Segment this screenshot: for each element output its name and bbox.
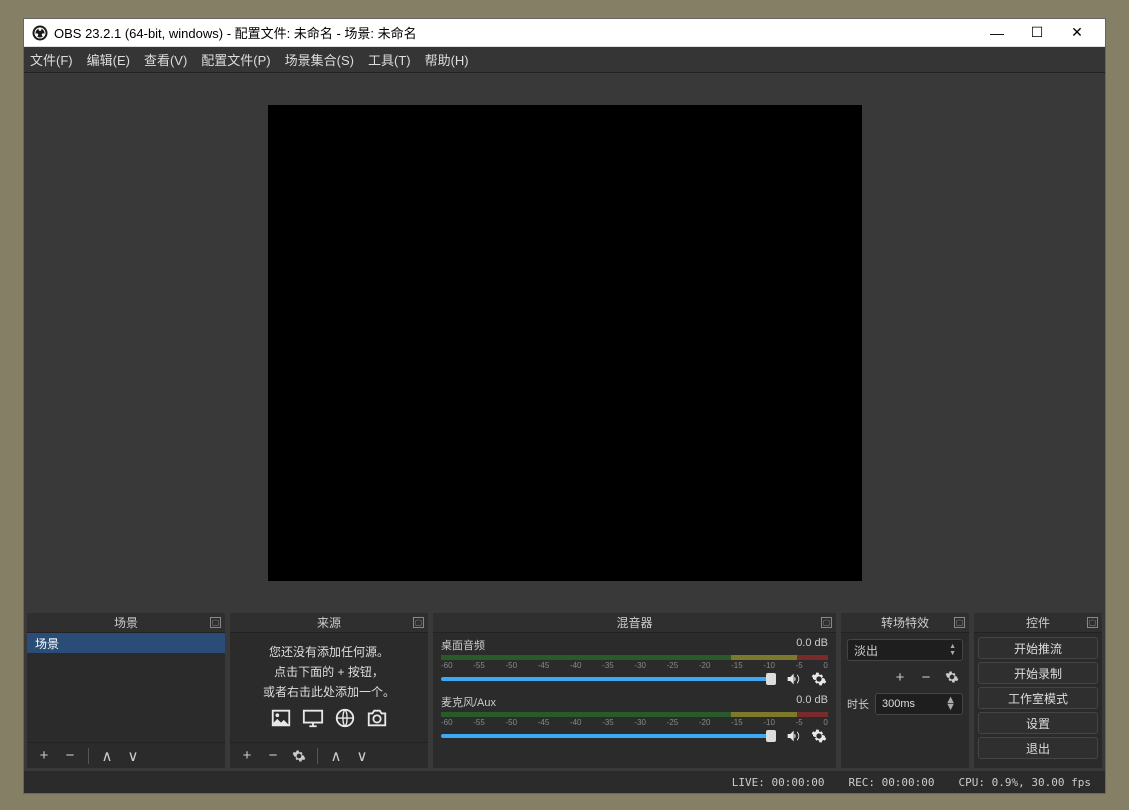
source-properties-button[interactable] bbox=[288, 746, 310, 766]
duration-label: 时长 bbox=[847, 696, 869, 712]
scene-list[interactable]: 场景 bbox=[27, 633, 225, 742]
transition-select[interactable]: 淡出 ▲▼ bbox=[847, 639, 963, 661]
add-scene-button[interactable]: + bbox=[33, 746, 55, 766]
window-buttons: — ☐ ✕ bbox=[977, 21, 1097, 45]
sources-hint-icons bbox=[269, 707, 389, 732]
scenes-panel: 场景 ▢ 场景 + − ∧ ∨ bbox=[27, 613, 225, 768]
sources-empty-line: 点击下面的 + 按钮， bbox=[274, 663, 384, 680]
status-rec: REC: 00:00:00 bbox=[848, 776, 934, 789]
scene-item[interactable]: 场景 bbox=[27, 633, 225, 653]
scenes-body: 场景 + − ∧ ∨ bbox=[27, 633, 225, 768]
titlebar: OBS 23.2.1 (64-bit, windows) - 配置文件: 未命名… bbox=[24, 19, 1105, 47]
move-scene-up-button[interactable]: ∧ bbox=[96, 746, 118, 766]
status-cpu: CPU: 0.9%, 30.00 fps bbox=[959, 776, 1091, 789]
app-window: OBS 23.2.1 (64-bit, windows) - 配置文件: 未命名… bbox=[23, 18, 1106, 794]
sources-empty-line: 或者右击此处添加一个。 bbox=[263, 683, 395, 700]
channel-settings-button[interactable] bbox=[810, 727, 828, 745]
move-scene-down-button[interactable]: ∨ bbox=[122, 746, 144, 766]
mixer-body: 桌面音频 0.0 dB -60-55-50-45-40-35-30-25-20-… bbox=[433, 633, 836, 768]
mixer-channel-desktop: 桌面音频 0.0 dB -60-55-50-45-40-35-30-25-20-… bbox=[441, 637, 828, 688]
divider bbox=[317, 748, 318, 764]
browser-source-icon bbox=[333, 707, 357, 732]
scenes-popout-icon[interactable]: ▢ bbox=[210, 617, 221, 628]
mixer-panel: 混音器 ▢ 桌面音频 0.0 dB -60-55-50-45-40-35-30-… bbox=[433, 613, 836, 768]
controls-header: 控件 ▢ bbox=[974, 613, 1102, 633]
menu-view[interactable]: 查看(V) bbox=[144, 50, 187, 69]
mixer-popout-icon[interactable]: ▢ bbox=[821, 617, 832, 628]
scenes-header: 场景 ▢ bbox=[27, 613, 225, 633]
duration-input[interactable]: 300ms ▲▼ bbox=[875, 693, 963, 715]
sources-empty[interactable]: 您还没有添加任何源。 点击下面的 + 按钮， 或者右击此处添加一个。 bbox=[230, 633, 428, 742]
start-recording-button[interactable]: 开始录制 bbox=[978, 662, 1098, 684]
menu-profile[interactable]: 配置文件(P) bbox=[201, 50, 270, 69]
camera-source-icon bbox=[365, 707, 389, 732]
sources-header: 来源 ▢ bbox=[230, 613, 428, 633]
minimize-button[interactable]: — bbox=[977, 21, 1017, 45]
display-source-icon bbox=[301, 707, 325, 732]
move-source-up-button[interactable]: ∧ bbox=[325, 746, 347, 766]
volume-slider[interactable] bbox=[441, 734, 776, 738]
sources-panel: 来源 ▢ 您还没有添加任何源。 点击下面的 + 按钮， 或者右击此处添加一个。 bbox=[230, 613, 428, 768]
add-transition-button[interactable]: + bbox=[889, 667, 911, 687]
status-live: LIVE: 00:00:00 bbox=[732, 776, 825, 789]
menu-file[interactable]: 文件(F) bbox=[30, 50, 73, 69]
panels-row: 场景 ▢ 场景 + − ∧ ∨ bbox=[24, 613, 1105, 771]
transitions-header: 转场特效 ▢ bbox=[841, 613, 969, 633]
exit-button[interactable]: 退出 bbox=[978, 737, 1098, 759]
preview-canvas[interactable] bbox=[268, 105, 862, 581]
start-streaming-button[interactable]: 开始推流 bbox=[978, 637, 1098, 659]
menu-help[interactable]: 帮助(H) bbox=[425, 50, 469, 69]
add-source-button[interactable]: + bbox=[236, 746, 258, 766]
move-source-down-button[interactable]: ∨ bbox=[351, 746, 373, 766]
app-chrome: 文件(F) 编辑(E) 查看(V) 配置文件(P) 场景集合(S) 工具(T) … bbox=[24, 47, 1105, 793]
channel-name: 麦克风/Aux bbox=[441, 694, 496, 710]
sources-tools: + − ∧ ∨ bbox=[230, 742, 428, 768]
sources-body: 您还没有添加任何源。 点击下面的 + 按钮， 或者右击此处添加一个。 + − bbox=[230, 633, 428, 768]
scenes-tools: + − ∧ ∨ bbox=[27, 742, 225, 768]
channel-level: 0.0 dB bbox=[796, 694, 828, 710]
transition-properties-button[interactable] bbox=[941, 667, 963, 687]
remove-scene-button[interactable]: − bbox=[59, 746, 81, 766]
mixer-channel-mic: 麦克风/Aux 0.0 dB -60-55-50-45-40-35-30-25-… bbox=[441, 694, 828, 745]
image-source-icon bbox=[269, 707, 293, 732]
menu-tools[interactable]: 工具(T) bbox=[368, 50, 411, 69]
close-button[interactable]: ✕ bbox=[1057, 21, 1097, 45]
remove-transition-button[interactable]: − bbox=[915, 667, 937, 687]
maximize-button[interactable]: ☐ bbox=[1017, 21, 1057, 45]
settings-button[interactable]: 设置 bbox=[978, 712, 1098, 734]
volume-slider[interactable] bbox=[441, 677, 776, 681]
remove-source-button[interactable]: − bbox=[262, 746, 284, 766]
preview-area bbox=[24, 73, 1105, 613]
menubar: 文件(F) 编辑(E) 查看(V) 配置文件(P) 场景集合(S) 工具(T) … bbox=[24, 47, 1105, 73]
statusbar: LIVE: 00:00:00 REC: 00:00:00 CPU: 0.9%, … bbox=[24, 771, 1105, 793]
mute-button[interactable] bbox=[784, 727, 802, 745]
channel-settings-button[interactable] bbox=[810, 670, 828, 688]
sources-popout-icon[interactable]: ▢ bbox=[413, 617, 424, 628]
channel-meter: -60-55-50-45-40-35-30-25-20-15-10-50 bbox=[441, 655, 828, 667]
controls-popout-icon[interactable]: ▢ bbox=[1087, 617, 1098, 628]
transitions-panel: 转场特效 ▢ 淡出 ▲▼ + − 时长 bbox=[841, 613, 969, 768]
channel-level: 0.0 dB bbox=[796, 637, 828, 653]
studio-mode-button[interactable]: 工作室模式 bbox=[978, 687, 1098, 709]
mute-button[interactable] bbox=[784, 670, 802, 688]
menu-edit[interactable]: 编辑(E) bbox=[87, 50, 130, 69]
window-title: OBS 23.2.1 (64-bit, windows) - 配置文件: 未命名… bbox=[54, 23, 977, 42]
obs-logo-icon bbox=[32, 25, 48, 41]
controls-panel: 控件 ▢ 开始推流 开始录制 工作室模式 设置 退出 bbox=[974, 613, 1102, 768]
mixer-header: 混音器 ▢ bbox=[433, 613, 836, 633]
channel-meter: -60-55-50-45-40-35-30-25-20-15-10-50 bbox=[441, 712, 828, 724]
menu-scene-collection[interactable]: 场景集合(S) bbox=[285, 50, 354, 69]
controls-body: 开始推流 开始录制 工作室模式 设置 退出 bbox=[974, 633, 1102, 768]
transitions-body: 淡出 ▲▼ + − 时长 300ms ▲▼ bbox=[841, 633, 969, 768]
divider bbox=[88, 748, 89, 764]
channel-name: 桌面音频 bbox=[441, 637, 485, 653]
sources-empty-line: 您还没有添加任何源。 bbox=[269, 643, 389, 660]
transitions-popout-icon[interactable]: ▢ bbox=[954, 617, 965, 628]
